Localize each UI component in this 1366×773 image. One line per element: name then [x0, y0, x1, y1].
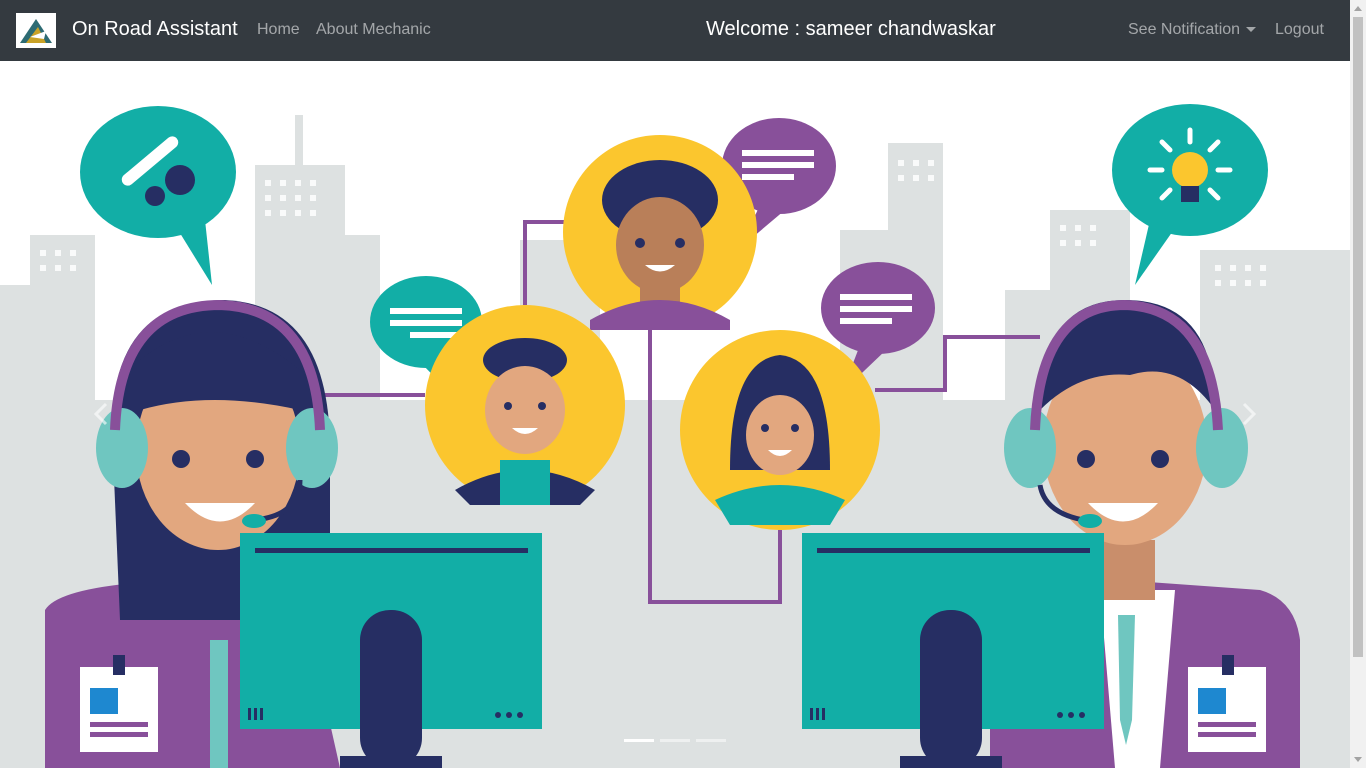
customer-avatar — [563, 135, 757, 330]
carousel-indicator-2[interactable] — [660, 739, 690, 742]
carousel-prev-control[interactable] — [0, 61, 200, 768]
carousel-indicators — [624, 739, 726, 742]
brand-name[interactable]: On Road Assistant — [72, 18, 238, 41]
top-navbar: On Road Assistant Home About Mechanic We… — [0, 0, 1350, 61]
scroll-down-arrow-icon[interactable] — [1350, 751, 1366, 768]
customer-support-illustration — [0, 61, 1350, 768]
logout-link[interactable]: Logout — [1275, 21, 1324, 39]
nav-home-link[interactable]: Home — [257, 21, 300, 39]
welcome-message: Welcome : sameer chandwaskar — [706, 18, 996, 40]
see-notification-label: See Notification — [1128, 21, 1241, 38]
carousel-next-control[interactable] — [1150, 61, 1350, 768]
customer-avatar — [680, 330, 880, 530]
see-notification-dropdown[interactable]: See Notification — [1128, 21, 1257, 39]
scrollbar-thumb[interactable] — [1353, 17, 1363, 657]
vertical-scrollbar[interactable] — [1350, 0, 1366, 768]
customer-avatar — [425, 305, 625, 505]
nav-about-mechanic-link[interactable]: About Mechanic — [316, 21, 431, 39]
carousel-indicator-1[interactable] — [624, 739, 654, 742]
brand-logo[interactable] — [16, 13, 56, 48]
caret-down-icon — [1246, 27, 1257, 33]
scroll-up-arrow-icon[interactable] — [1350, 0, 1366, 17]
hero-carousel — [0, 61, 1350, 768]
carousel-indicator-3[interactable] — [696, 739, 726, 742]
